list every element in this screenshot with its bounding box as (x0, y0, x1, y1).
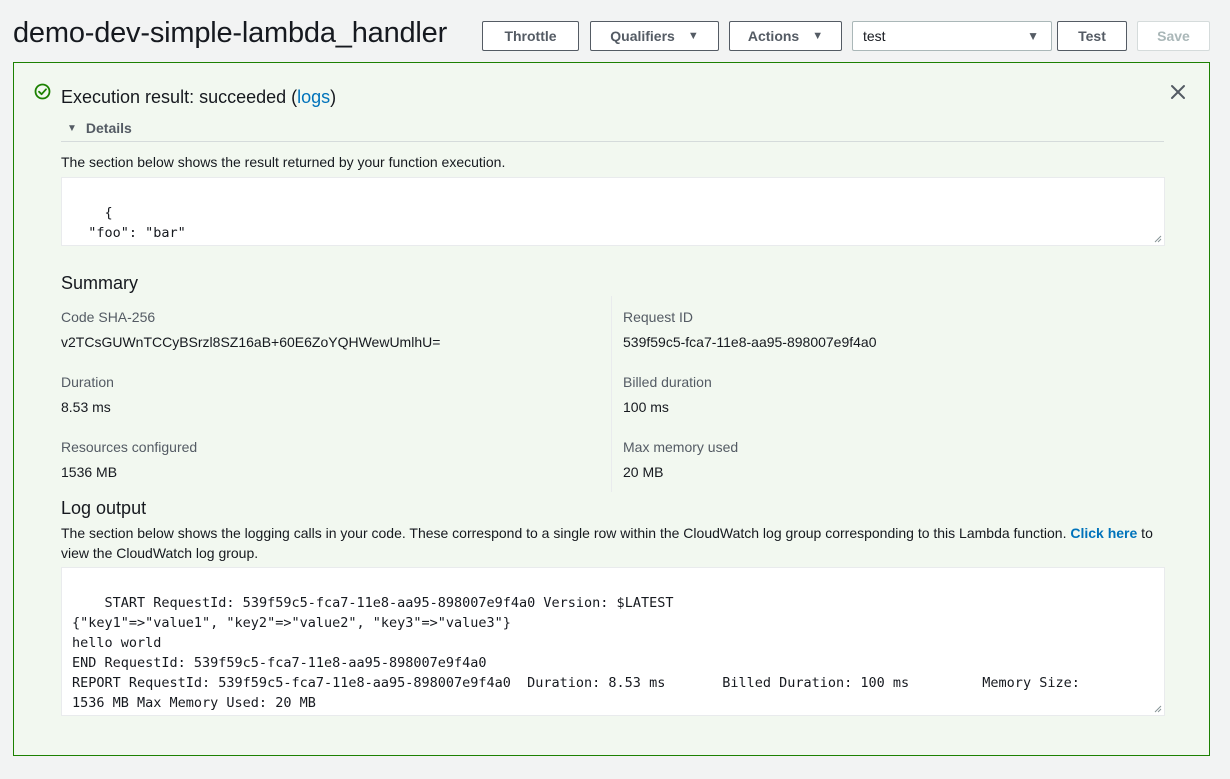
caret-down-icon: ▼ (687, 30, 699, 42)
max-memory-label: Max memory used (623, 439, 739, 455)
test-button[interactable]: Test (1057, 21, 1127, 51)
code-sha-label: Code SHA-256 (61, 309, 156, 325)
save-button-label: Save (1157, 28, 1190, 44)
log-description-text: The section below shows the logging call… (61, 525, 1071, 541)
request-id-label: Request ID (623, 309, 694, 325)
test-event-select[interactable]: test ▼ (852, 21, 1052, 51)
qualifiers-button-label: Qualifiers (610, 28, 675, 44)
test-button-label: Test (1078, 28, 1106, 44)
result-description: The section below shows the result retur… (61, 154, 506, 170)
function-header: demo-dev-simple-lambda_handler Throttle … (0, 0, 1230, 62)
save-button[interactable]: Save (1137, 21, 1210, 51)
test-event-selected-value: test (863, 28, 886, 44)
caret-down-icon: ▼ (1027, 29, 1039, 43)
duration-label: Duration (61, 374, 114, 390)
triangle-down-icon: ▼ (67, 122, 77, 134)
result-title-suffix: ) (330, 87, 337, 107)
code-sha-value: v2TCsGUWnTCCyBSrzl8SZ16aB+60E6ZoYQHWewUm… (61, 334, 441, 350)
resize-grip-icon[interactable] (1154, 235, 1162, 243)
close-icon[interactable] (1169, 83, 1187, 101)
resources-configured-label: Resources configured (61, 439, 198, 455)
function-name-title: demo-dev-simple-lambda_handler (13, 17, 448, 49)
summary-column-divider (611, 296, 612, 492)
billed-duration-label: Billed duration (623, 374, 712, 390)
details-divider (61, 141, 1164, 142)
execution-result-title: Execution result: succeeded (logs) (61, 87, 336, 108)
result-output-box[interactable]: { "foo": "bar" } (61, 177, 1165, 246)
log-output-box[interactable]: START RequestId: 539f59c5-fca7-11e8-aa95… (61, 567, 1165, 716)
execution-result-panel: Execution result: succeeded (logs) ▼ Det… (13, 62, 1210, 756)
summary-title: Summary (61, 273, 139, 293)
details-label: Details (85, 120, 132, 136)
result-title-prefix: Execution result: succeeded ( (61, 87, 298, 107)
cloudwatch-click-here-link[interactable]: Click here (1070, 525, 1137, 541)
log-output-title: Log output (61, 498, 147, 518)
result-output-text: { "foo": "bar" } (88, 205, 186, 241)
caret-down-icon: ▼ (812, 30, 824, 42)
actions-dropdown-button[interactable]: Actions ▼ (729, 21, 842, 51)
resources-configured-value: 1536 MB (61, 464, 118, 480)
max-memory-value: 20 MB (623, 464, 664, 480)
billed-duration-value: 100 ms (623, 399, 669, 415)
logs-link[interactable]: logs (297, 87, 330, 107)
request-id-value: 539f59c5-fca7-11e8-aa95-898007e9f4a0 (623, 334, 877, 350)
actions-button-label: Actions (747, 28, 800, 44)
throttle-button[interactable]: Throttle (482, 21, 579, 51)
check-circle-icon (34, 83, 51, 100)
throttle-button-label: Throttle (504, 28, 557, 44)
log-output-text: START RequestId: 539f59c5-fca7-11e8-aa95… (72, 595, 1080, 711)
log-output-description: The section below shows the logging call… (61, 523, 1171, 563)
duration-value: 8.53 ms (61, 399, 111, 415)
details-toggle[interactable]: ▼ Details (67, 120, 132, 136)
qualifiers-dropdown-button[interactable]: Qualifiers ▼ (590, 21, 719, 51)
resize-grip-icon[interactable] (1154, 705, 1162, 713)
